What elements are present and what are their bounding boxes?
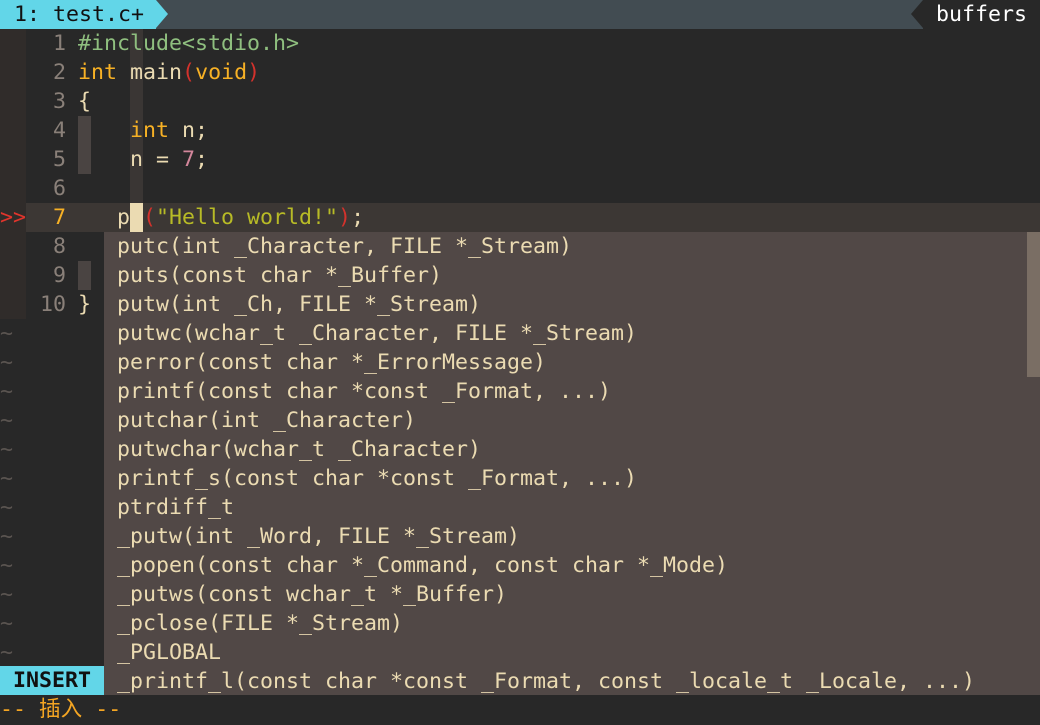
completion-item[interactable]: _putw(int _Word, FILE *_Stream)	[117, 522, 520, 551]
sign-column	[0, 87, 26, 116]
empty-line-tilde: ~	[0, 495, 14, 520]
sign-marker: >>	[0, 205, 27, 230]
tab-arrow	[156, 0, 168, 28]
completion-item[interactable]: _printf_l(const char *const _Format, con…	[117, 667, 975, 696]
buffers-label[interactable]: buffers	[923, 0, 1040, 29]
code-text: {	[78, 87, 91, 116]
token: n =	[78, 147, 183, 172]
completion-item[interactable]: _putws(const wchar_t *_Buffer)	[117, 580, 507, 609]
mode-indicator: INSERT	[0, 666, 104, 695]
token: ;	[351, 205, 365, 230]
token: void	[195, 60, 248, 85]
token: }	[78, 292, 92, 317]
token: int	[78, 60, 118, 85]
line-number: 2	[52, 60, 66, 85]
line-number: 1	[52, 31, 66, 56]
token: 7	[182, 147, 196, 172]
code-text: }	[78, 290, 91, 319]
line-number: 7	[52, 205, 66, 230]
empty-line-tilde: ~	[0, 524, 14, 549]
tab-test-c[interactable]: 1: test.c+	[0, 0, 156, 29]
empty-line-tilde: ~	[0, 553, 14, 578]
code-line[interactable]: >> 7 p ("Hello world!");	[0, 203, 1040, 232]
line-number: 10	[39, 292, 66, 317]
token: "Hello world!"	[156, 205, 339, 230]
token: )	[247, 60, 261, 85]
token: ;	[195, 147, 209, 172]
sign-column	[0, 290, 26, 319]
empty-line-tilde: ~	[0, 321, 14, 346]
line-number: 6	[52, 176, 66, 201]
line-number: 3	[52, 89, 66, 114]
popup-scrollbar[interactable]	[1027, 232, 1040, 377]
completion-item[interactable]: _popen(const char *_Command, const char …	[117, 551, 728, 580]
line-number: 9	[52, 263, 66, 288]
completion-item[interactable]: printf(const char *const _Format, ...)	[117, 377, 611, 406]
token: main	[130, 60, 183, 85]
empty-line-tilde: ~	[0, 437, 14, 462]
code-line[interactable]: 3{	[0, 87, 1040, 116]
code-line[interactable]: 1 #include<stdio.h>	[0, 29, 1040, 58]
completion-item[interactable]: putc(int _Character, FILE *_Stream)	[117, 232, 572, 261]
line-number: 5	[52, 147, 66, 172]
empty-line-tilde: ~	[0, 611, 14, 636]
token: int	[130, 118, 170, 143]
token: #include<stdio.h>	[78, 31, 300, 56]
code-line[interactable]: 4 int n;	[0, 116, 1040, 145]
command-line[interactable]: -- 插入 --	[0, 695, 121, 725]
empty-line-tilde: ~	[0, 350, 14, 375]
completion-item[interactable]: puts(const char *_Buffer)	[117, 261, 442, 290]
empty-line-tilde: ~	[0, 640, 14, 665]
line-number: 4	[52, 118, 66, 143]
sign-column	[0, 29, 26, 58]
empty-line-tilde: ~	[0, 408, 14, 433]
sign-column	[0, 116, 26, 145]
completion-item[interactable]: _pclose(FILE *_Stream)	[117, 609, 403, 638]
code-text: int main(void)	[78, 58, 260, 87]
completion-item[interactable]: printf_s(const char *const _Format, ...)	[117, 464, 637, 493]
sign-column	[0, 232, 26, 261]
token: (	[182, 60, 196, 85]
token: (	[143, 205, 157, 230]
completion-item[interactable]: perror(const char *_ErrorMessage)	[117, 348, 546, 377]
code-text: #include<stdio.h>	[78, 29, 299, 58]
token: {	[78, 89, 92, 114]
sign-column	[0, 261, 26, 290]
code-line[interactable]: 2 int main(void)	[0, 58, 1040, 87]
empty-line-tilde: ~	[0, 379, 14, 404]
empty-line-tilde: ~	[0, 582, 14, 607]
token: n;	[169, 118, 209, 143]
completion-item[interactable]: putw(int _Ch, FILE *_Stream)	[117, 290, 481, 319]
sign-column	[0, 174, 26, 203]
code-line[interactable]: 6	[0, 174, 1040, 203]
code-text: n = 7;	[78, 145, 208, 174]
completion-item[interactable]: _PGLOBAL	[117, 638, 221, 667]
sign-column	[0, 145, 26, 174]
token: )	[338, 205, 352, 230]
code-line[interactable]: 5 n = 7;	[0, 145, 1040, 174]
code-text: p ("Hello world!");	[78, 203, 364, 232]
line-number: 8	[52, 234, 66, 259]
buffers-arrow	[911, 0, 923, 28]
empty-line-tilde: ~	[0, 466, 14, 491]
cursor	[130, 203, 143, 232]
completion-item[interactable]: ptrdiff_t	[117, 493, 234, 522]
completion-item[interactable]: putchar(int _Character)	[117, 406, 416, 435]
completion-item[interactable]: putwc(wchar_t _Character, FILE *_Stream)	[117, 319, 637, 348]
completion-item[interactable]: putwchar(wchar_t _Character)	[117, 435, 481, 464]
code-text: int n;	[78, 116, 208, 145]
sign-column	[0, 58, 26, 87]
